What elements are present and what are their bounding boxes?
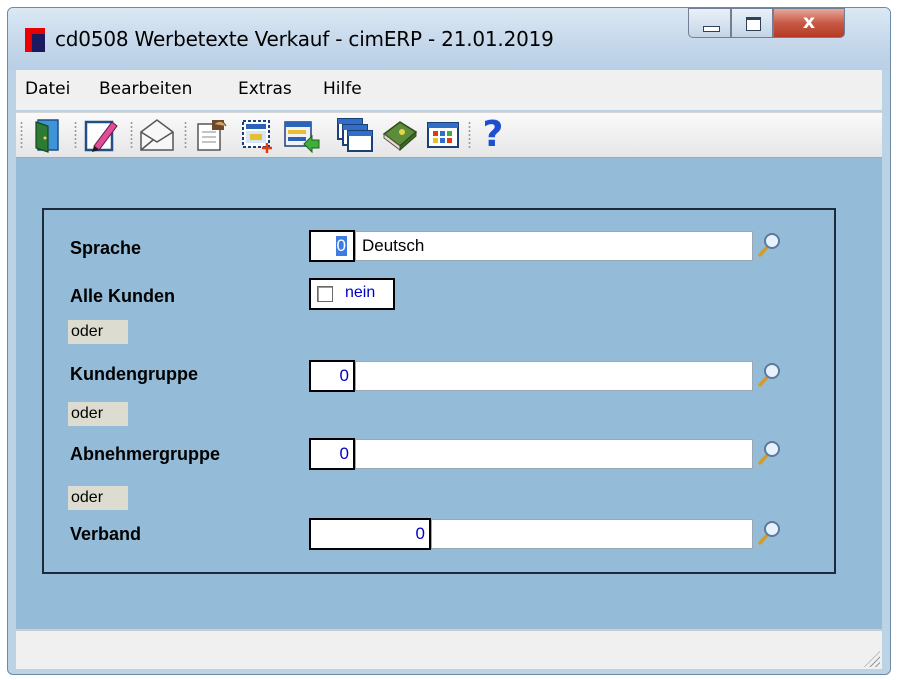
envelope-icon[interactable] <box>138 116 176 154</box>
new-record-icon[interactable] <box>238 116 276 154</box>
abnehmergruppe-code-input[interactable]: 0 <box>309 438 355 470</box>
abnehmergruppe-label: Abnehmergruppe <box>70 444 221 464</box>
toolbar-grip <box>184 121 187 149</box>
menu-extras[interactable]: Extras <box>238 79 292 99</box>
oder-label: oder <box>68 402 128 426</box>
app-logo-icon <box>25 28 45 52</box>
close-button[interactable]: x <box>773 8 845 38</box>
title-bar[interactable]: cd0508 Werbetexte Verkauf - cimERP - 21.… <box>8 8 890 70</box>
menu-datei[interactable]: Datei <box>25 79 70 99</box>
sprache-search-icon[interactable] <box>756 232 782 258</box>
sprache-code-input[interactable]: 0 <box>309 230 355 262</box>
grid-icon[interactable] <box>424 116 462 154</box>
toolbar-grip <box>74 121 77 149</box>
resize-grip[interactable] <box>864 651 880 667</box>
oder-label: oder <box>68 320 128 344</box>
menu-bearbeiten[interactable]: Bearbeiten <box>99 79 192 99</box>
toolbar-grip <box>130 121 133 149</box>
verband-search-icon[interactable] <box>756 520 782 546</box>
maximize-icon <box>746 17 761 31</box>
help-icon[interactable]: ? <box>474 116 512 154</box>
kundengruppe-label: Kundengruppe <box>70 364 198 384</box>
windows-icon[interactable] <box>336 116 374 154</box>
sprache-label: Sprache <box>70 238 142 258</box>
exit-door-icon[interactable] <box>28 116 66 154</box>
menu-hilfe[interactable]: Hilfe <box>323 79 362 99</box>
alle-kunden-value: nein <box>345 284 376 301</box>
abnehmergruppe-name-field <box>355 439 753 469</box>
window-title: cd0508 Werbetexte Verkauf - cimERP - 21.… <box>55 27 554 51</box>
verband-code-input[interactable]: 0 <box>309 518 431 550</box>
kundengruppe-name-field <box>355 361 753 391</box>
toolbar-grip <box>468 121 471 149</box>
content-area: Sprache 0 Deutsch Alle Kunden nein oder … <box>16 158 882 629</box>
menu-bar: Datei Bearbeiten Extras Hilfe <box>16 70 882 110</box>
status-bar <box>16 630 882 669</box>
alle-kunden-label: Alle Kunden <box>70 286 176 306</box>
book-icon[interactable] <box>380 116 418 154</box>
alle-kunden-checkbox[interactable] <box>317 286 333 302</box>
verband-label: Verband <box>70 524 142 544</box>
list-import-icon[interactable] <box>282 116 320 154</box>
sprache-code-value: 0 <box>335 236 347 256</box>
edit-pencil-icon[interactable] <box>82 116 120 154</box>
close-icon: x <box>802 11 816 33</box>
kundengruppe-search-icon[interactable] <box>756 362 782 388</box>
oder-label: oder <box>68 486 128 510</box>
minimize-icon <box>703 26 720 32</box>
sprache-name-field: Deutsch <box>355 231 753 261</box>
verband-name-field <box>431 519 753 549</box>
notepad-hand-icon[interactable] <box>192 116 230 154</box>
minimize-button[interactable] <box>688 8 731 38</box>
kundengruppe-code-input[interactable]: 0 <box>309 360 355 392</box>
app-window: cd0508 Werbetexte Verkauf - cimERP - 21.… <box>7 7 891 675</box>
filter-panel: Sprache 0 Deutsch Alle Kunden nein oder … <box>42 208 836 574</box>
sprache-name-value: Deutsch <box>362 236 425 255</box>
alle-kunden-toggle[interactable]: nein <box>309 278 395 310</box>
abnehmergruppe-search-icon[interactable] <box>756 440 782 466</box>
toolbar-grip <box>20 121 23 149</box>
toolbar: ? <box>16 112 882 158</box>
maximize-button[interactable] <box>731 8 773 38</box>
